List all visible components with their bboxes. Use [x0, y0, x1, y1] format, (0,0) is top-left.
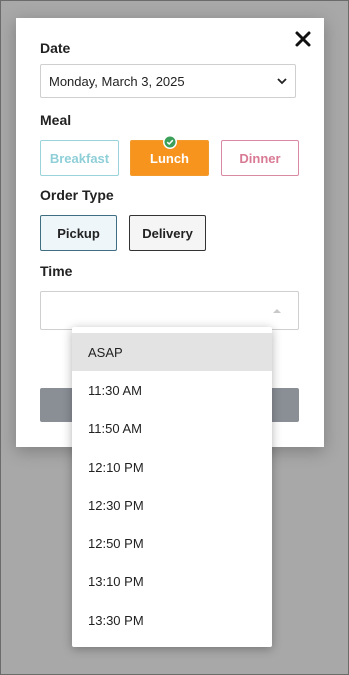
- time-option-asap[interactable]: ASAP: [72, 333, 272, 372]
- meal-breakfast-button[interactable]: Breakfast: [40, 140, 119, 176]
- time-option[interactable]: 13:10 PM: [72, 563, 272, 601]
- order-type-label: Order Type: [40, 187, 114, 203]
- time-label: Time: [40, 263, 73, 279]
- date-select[interactable]: Monday, March 3, 2025: [40, 64, 296, 98]
- time-option[interactable]: 12:50 PM: [72, 524, 272, 562]
- time-option[interactable]: 11:50 AM: [72, 410, 272, 448]
- meal-dinner-button[interactable]: Dinner: [221, 140, 299, 176]
- date-label: Date: [40, 40, 71, 56]
- time-option[interactable]: 11:30 AM: [72, 371, 272, 409]
- time-select[interactable]: [40, 291, 299, 330]
- time-option[interactable]: 13:30 PM: [72, 601, 272, 639]
- time-option[interactable]: 12:30 PM: [72, 486, 272, 524]
- time-dropdown: ASAP 11:30 AM 11:50 AM 12:10 PM 12:30 PM…: [72, 327, 272, 647]
- time-option[interactable]: 12:10 PM: [72, 448, 272, 486]
- date-value: Monday, March 3, 2025: [49, 73, 185, 89]
- delivery-button[interactable]: Delivery: [129, 215, 206, 251]
- check-circle-icon: [163, 135, 177, 149]
- meal-label: Meal: [40, 112, 72, 128]
- pickup-button[interactable]: Pickup: [40, 215, 117, 251]
- chevron-down-icon: [277, 77, 287, 84]
- close-icon[interactable]: [294, 30, 312, 48]
- caret-up-icon: [273, 309, 281, 313]
